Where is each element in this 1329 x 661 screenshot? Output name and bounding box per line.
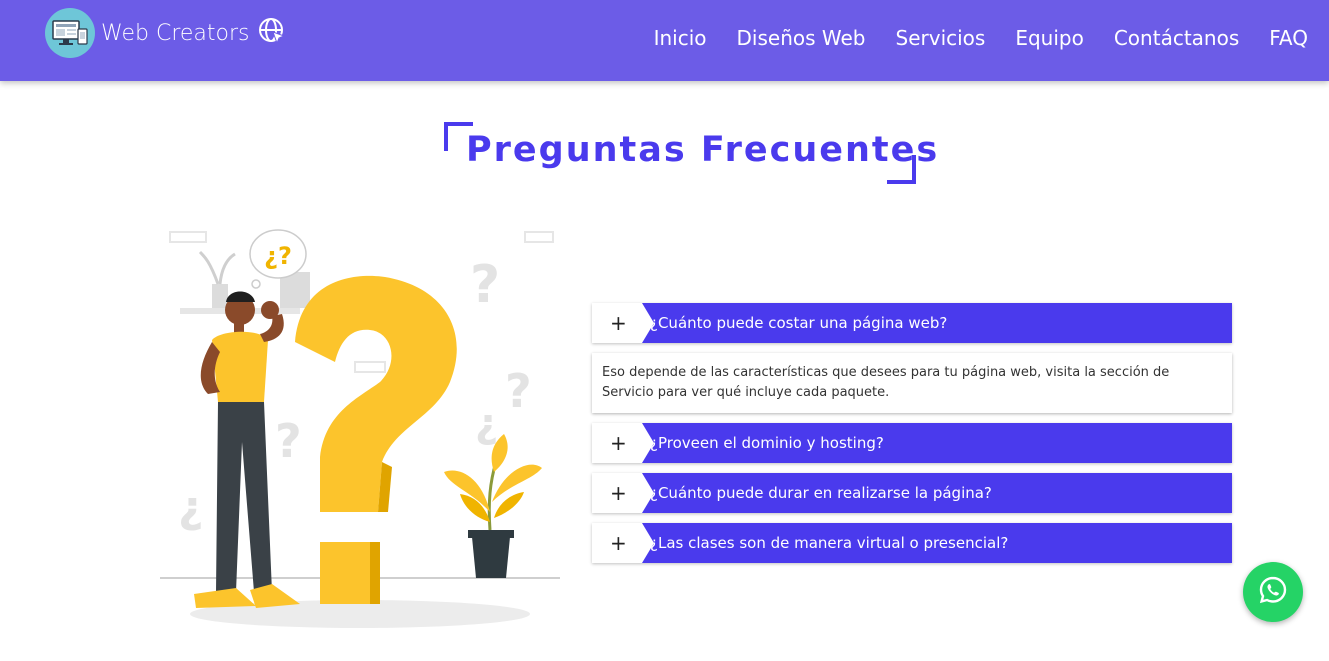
faq-illustration: ? ? ? ¿ ¿ ¿? (160, 222, 560, 632)
title-corner-bottom-right (887, 155, 916, 184)
plus-icon[interactable]: + (592, 473, 654, 513)
svg-text:¿: ¿ (178, 482, 204, 533)
faq-item: + ¿Cuánto puede costar una página web? E… (592, 303, 1232, 413)
faq-question-text[interactable]: ¿Las clases son de manera virtual o pres… (642, 523, 1232, 563)
nav-link-servicios[interactable]: Servicios (896, 26, 986, 50)
plus-icon[interactable]: + (592, 423, 654, 463)
faq-question-text[interactable]: ¿Cuánto puede costar una página web? (642, 303, 1232, 343)
nav-link-disenos-web[interactable]: Diseños Web (737, 26, 866, 50)
faq-question-toggle[interactable]: + ¿Las clases son de manera virtual o pr… (592, 523, 1232, 563)
nav-link-contactanos[interactable]: Contáctanos (1114, 26, 1239, 50)
svg-text:?: ? (275, 414, 302, 468)
plus-icon[interactable]: + (592, 303, 654, 343)
faq-question-toggle[interactable]: + ¿Cuánto puede durar en realizarse la p… (592, 473, 1232, 513)
nav-link-inicio[interactable]: Inicio (654, 26, 707, 50)
page-title: Preguntas Frecuentes (466, 130, 940, 170)
globe-cursor-icon (258, 17, 286, 49)
faq-question-toggle[interactable]: + ¿Cuánto puede costar una página web? (592, 303, 1232, 343)
svg-text:?: ? (505, 364, 532, 418)
faq-question-toggle[interactable]: + ¿Proveen el dominio y hosting? (592, 423, 1232, 463)
faq-item: + ¿Proveen el dominio y hosting? (592, 423, 1232, 463)
monitor-logo-icon (45, 8, 95, 58)
main-nav: Inicio Diseños Web Servicios Equipo Cont… (654, 26, 1308, 50)
faq-question-text[interactable]: ¿Cuánto puede durar en realizarse la pág… (642, 473, 1232, 513)
bubble-question-text: ¿? (264, 242, 292, 270)
faq-item: + ¿Las clases son de manera virtual o pr… (592, 523, 1232, 563)
faq-item: + ¿Cuánto puede durar en realizarse la p… (592, 473, 1232, 513)
whatsapp-button[interactable] (1243, 562, 1303, 622)
navbar: Web Creators Inicio Diseños Web Servicio… (0, 0, 1329, 81)
faq-answer-text: Eso depende de las características que d… (592, 353, 1232, 413)
nav-link-faq[interactable]: FAQ (1269, 26, 1308, 50)
faq-list: + ¿Cuánto puede costar una página web? E… (592, 303, 1232, 573)
nav-link-equipo[interactable]: Equipo (1015, 26, 1084, 50)
plus-icon[interactable]: + (592, 523, 654, 563)
svg-text:?: ? (470, 255, 500, 315)
page-title-block: Preguntas Frecuentes (444, 122, 937, 184)
faq-question-text[interactable]: ¿Proveen el dominio y hosting? (642, 423, 1232, 463)
brand[interactable]: Web Creators (45, 8, 286, 58)
brand-name: Web Creators (101, 20, 250, 46)
svg-text:¿: ¿ (475, 401, 498, 447)
whatsapp-icon (1257, 574, 1289, 610)
